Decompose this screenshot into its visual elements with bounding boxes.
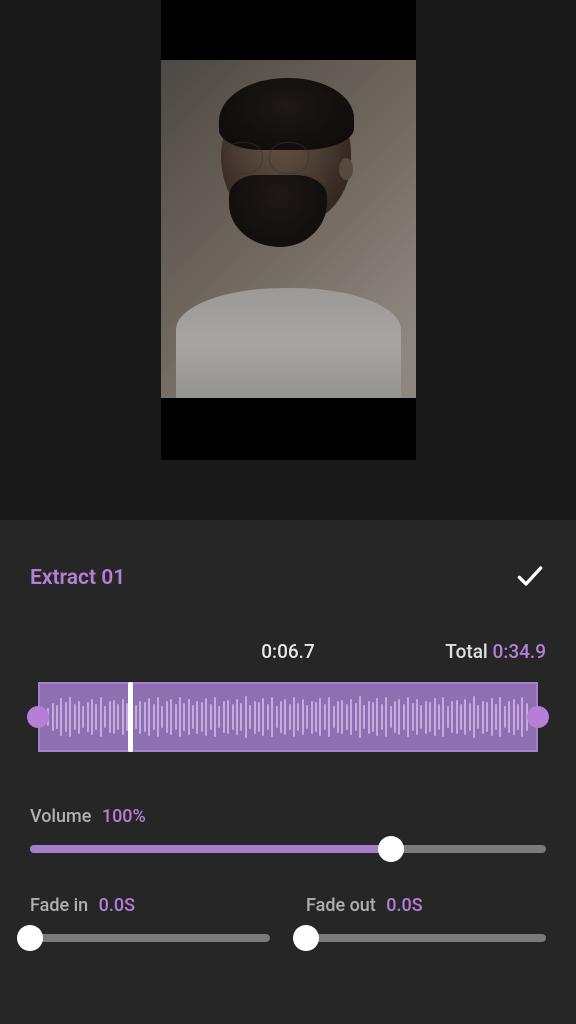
playhead[interactable] (128, 682, 133, 752)
volume-slider[interactable] (30, 845, 546, 853)
clip-title: Extract 01 (30, 566, 125, 590)
current-time: 0:06.7 (261, 640, 314, 663)
fade-out-label: Fade out (306, 895, 376, 916)
waveform-trimmer[interactable] (30, 678, 546, 756)
volume-group: Volume 100% (30, 806, 546, 853)
volume-slider-thumb[interactable] (378, 836, 404, 862)
confirm-button[interactable] (514, 560, 546, 596)
volume-label-row: Volume 100% (30, 806, 546, 827)
fade-in-label: Fade in (30, 895, 88, 916)
video-thumbnail (161, 60, 416, 398)
fade-out-slider-thumb[interactable] (293, 925, 319, 951)
video-preview-area (0, 0, 576, 520)
trim-handle-right[interactable] (527, 706, 549, 728)
total-time: 0:34.9 (493, 640, 546, 663)
trim-handle-left[interactable] (27, 706, 49, 728)
fade-in-slider[interactable] (30, 934, 270, 942)
fade-row: Fade in 0.0S Fade out 0.0S (30, 895, 546, 942)
fade-in-slider-thumb[interactable] (17, 925, 43, 951)
volume-value: 100% (102, 806, 146, 827)
time-display-row: 0:06.7 Total 0:34.9 (30, 640, 546, 664)
volume-slider-fill (30, 845, 391, 853)
total-label: Total (445, 640, 487, 663)
fade-in-group: Fade in 0.0S (30, 895, 270, 942)
fade-out-label-row: Fade out 0.0S (306, 895, 546, 916)
fade-out-group: Fade out 0.0S (306, 895, 546, 942)
audio-controls-panel: Extract 01 0:06.7 Total 0:34.9 Volume 10… (0, 520, 576, 1024)
panel-header: Extract 01 (30, 560, 546, 596)
fade-out-value: 0.0S (386, 895, 422, 916)
total-time-wrap: Total 0:34.9 (445, 640, 546, 663)
check-icon (514, 560, 546, 592)
video-frame[interactable] (161, 0, 416, 460)
volume-label: Volume (30, 806, 91, 827)
fade-in-label-row: Fade in 0.0S (30, 895, 270, 916)
waveform-box (38, 682, 538, 752)
fade-in-value: 0.0S (99, 895, 135, 916)
fade-out-slider[interactable] (306, 934, 546, 942)
